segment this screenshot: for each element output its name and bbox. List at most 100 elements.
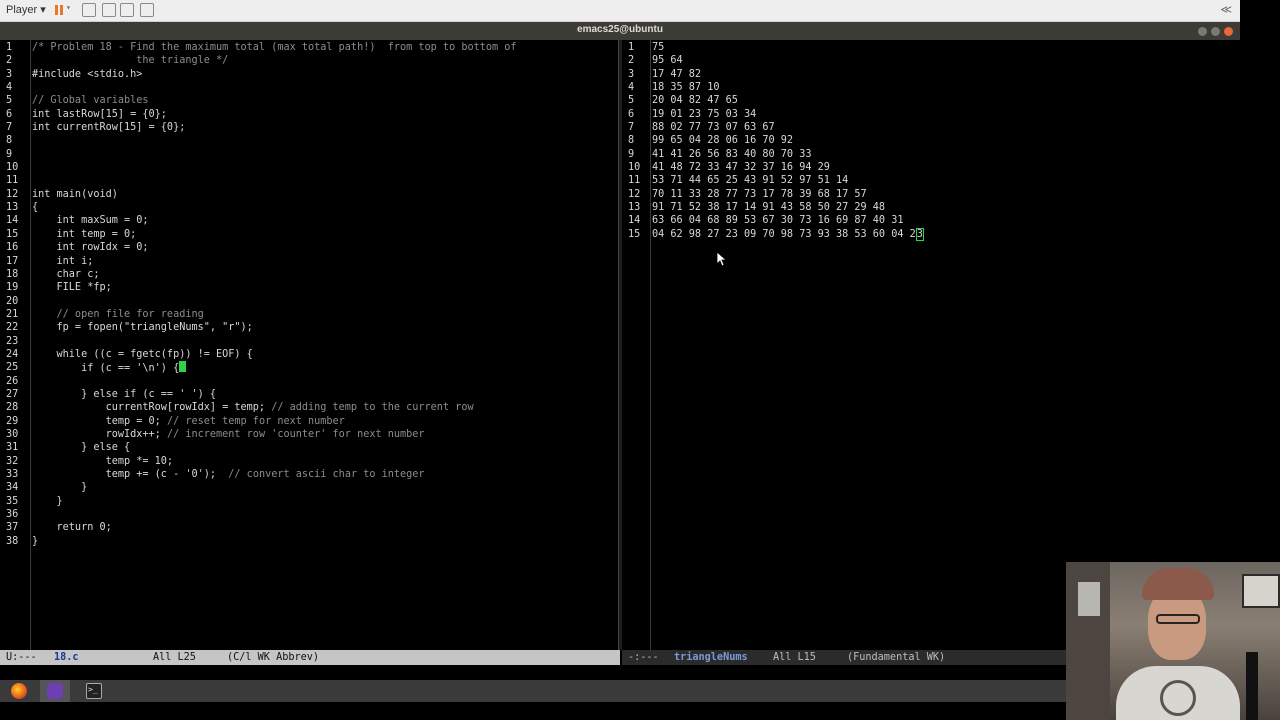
code-line[interactable]: 26 xyxy=(0,375,26,388)
code-line[interactable]: 22 fp = fopen("triangleNums", "r"); xyxy=(0,321,253,334)
collapse-toolbar-icon[interactable]: ≪ xyxy=(1220,3,1232,16)
code-line[interactable]: 34 } xyxy=(0,481,87,494)
code-line[interactable]: 2 the triangle */ xyxy=(0,54,228,67)
code-line[interactable]: 14 int maxSum = 0; xyxy=(0,214,149,227)
code-line[interactable]: 27 } else if (c == ' ') { xyxy=(0,388,216,401)
code-token: FILE *fp; xyxy=(32,282,112,294)
data-line[interactable]: 7 88 02 77 73 07 63 67 xyxy=(622,121,775,134)
code-line[interactable]: 28 currentRow[rowIdx] = temp; // adding … xyxy=(0,401,474,414)
code-line[interactable]: 19 FILE *fp; xyxy=(0,281,112,294)
close-button[interactable] xyxy=(1224,27,1233,36)
code-line[interactable]: 12 int main(void) xyxy=(0,188,118,201)
code-comment: // open file for reading xyxy=(32,308,204,320)
data-line[interactable]: 1 75 xyxy=(622,41,664,54)
code-text: // Global variables xyxy=(32,94,149,107)
code-line[interactable]: 10 xyxy=(0,161,26,174)
data-line[interactable]: 2 95 64 xyxy=(622,54,683,67)
code-token: rowIdx++; xyxy=(32,428,167,440)
code-line[interactable]: 7 int currentRow[15] = {0}; xyxy=(0,121,185,134)
fullscreen-icon[interactable] xyxy=(120,3,134,17)
data-text: 91 71 52 38 17 14 91 43 58 50 27 29 48 xyxy=(652,201,885,214)
data-line[interactable]: 11 53 71 44 65 25 43 91 52 97 51 14 xyxy=(622,174,848,187)
data-line[interactable]: 12 70 11 33 28 77 73 17 78 39 68 17 57 xyxy=(622,188,867,201)
code-token: } xyxy=(32,535,39,547)
code-line[interactable]: 32 temp *= 10; xyxy=(0,455,173,468)
code-text: int lastRow[15] = {0}; xyxy=(32,108,167,121)
code-line[interactable]: 5 // Global variables xyxy=(0,94,149,107)
code-line[interactable]: 20 xyxy=(0,295,26,308)
code-comment: // convert ascii char to integer xyxy=(228,469,425,480)
data-line[interactable]: 14 63 66 04 68 89 53 67 30 73 16 69 87 40… xyxy=(622,214,903,227)
editor-pane-left[interactable]: 1 /* Problem 18 - Find the maximum total … xyxy=(0,40,618,650)
code-line[interactable]: 31 } else { xyxy=(0,441,130,454)
minimize-button[interactable] xyxy=(1198,27,1207,36)
code-line[interactable]: 11 xyxy=(0,174,26,187)
data-line[interactable]: 8 99 65 04 28 06 16 70 92 xyxy=(622,134,793,147)
data-line[interactable]: 6 19 01 23 75 03 34 xyxy=(622,108,756,121)
code-line[interactable]: 25 if (c == '\n') { xyxy=(0,361,187,374)
emacs-icon[interactable] xyxy=(47,683,63,699)
line-number: 29 xyxy=(6,415,19,427)
code-line[interactable]: 33 temp += (c - '0'); // convert ascii c… xyxy=(0,468,425,481)
major-mode[interactable]: (C/l WK Abbrev) xyxy=(227,650,319,665)
data-line[interactable]: 9 41 41 26 56 83 40 80 70 33 xyxy=(622,148,811,161)
code-line[interactable]: 18 char c; xyxy=(0,268,99,281)
text-cursor: 3 xyxy=(915,227,924,241)
code-token: temp = 0; xyxy=(32,415,167,427)
code-line[interactable]: 23 xyxy=(0,335,26,348)
code-line[interactable]: 15 int temp = 0; xyxy=(0,228,136,241)
line-number: 7 xyxy=(628,122,635,134)
code-line[interactable]: 38} xyxy=(0,535,38,548)
data-numbers: 19 01 23 75 03 34 xyxy=(652,108,757,120)
code-line[interactable]: 36 xyxy=(0,508,26,521)
data-line[interactable]: 13 91 71 52 38 17 14 91 43 58 50 27 29 48 xyxy=(622,201,885,214)
terminal-icon[interactable] xyxy=(86,683,102,699)
player-menu[interactable]: Player ▾ xyxy=(6,3,46,16)
line-number: 6 xyxy=(628,108,635,120)
code-line[interactable]: 29 temp = 0; // reset temp for next numb… xyxy=(0,415,345,428)
data-line[interactable]: 15 04 62 98 27 23 09 70 98 73 93 38 53 60… xyxy=(622,227,924,241)
pause-icon[interactable] xyxy=(52,3,66,17)
line-number: 3 xyxy=(6,68,13,80)
code-line[interactable]: 4 xyxy=(0,81,26,94)
data-line[interactable]: 10 41 48 72 33 47 32 37 16 94 29 xyxy=(622,161,830,174)
minibuffer[interactable] xyxy=(0,665,1240,680)
code-line[interactable]: 17 int i; xyxy=(0,255,93,268)
code-text: if (c == '\n') { xyxy=(32,361,187,375)
pause-dropdown-icon[interactable]: ▾ xyxy=(66,3,80,17)
data-numbers: 41 48 72 33 47 32 37 16 94 29 xyxy=(652,162,830,174)
code-line[interactable]: 35 } xyxy=(0,495,63,508)
data-line[interactable]: 3 17 47 82 xyxy=(622,68,701,81)
send-ctrl-alt-del-icon[interactable] xyxy=(82,3,96,17)
buffer-name[interactable]: triangleNums xyxy=(674,650,748,665)
line-number: 11 xyxy=(6,175,19,187)
code-line[interactable]: 3 #include <stdio.h> xyxy=(0,68,142,81)
code-line[interactable]: 1 /* Problem 18 - Find the maximum total … xyxy=(0,41,517,54)
maximize-button[interactable] xyxy=(1211,27,1220,36)
removable-devices-icon[interactable] xyxy=(102,3,116,17)
code-line[interactable]: 8 xyxy=(0,134,26,147)
major-mode[interactable]: (Fundamental WK) xyxy=(847,650,945,665)
unity-icon[interactable] xyxy=(140,3,154,17)
line-number: 2 xyxy=(628,55,635,67)
code-line[interactable]: 6 int lastRow[15] = {0}; xyxy=(0,108,167,121)
data-line[interactable]: 4 18 35 87 10 xyxy=(622,81,719,94)
buffer-name[interactable]: 18.c xyxy=(54,650,79,665)
firefox-icon[interactable] xyxy=(11,683,27,699)
code-line[interactable]: 37 return 0; xyxy=(0,521,112,534)
code-line[interactable]: 21 // open file for reading xyxy=(0,308,204,321)
code-line[interactable]: 9 xyxy=(0,148,26,161)
data-line[interactable]: 5 20 04 82 47 65 xyxy=(622,94,738,107)
code-lines: 1 /* Problem 18 - Find the maximum total … xyxy=(0,41,517,548)
code-line[interactable]: 24 while ((c = fgetc(fp)) != EOF) { xyxy=(0,348,253,361)
line-number: 34 xyxy=(6,482,19,494)
code-token: { xyxy=(32,202,39,214)
line-number: 27 xyxy=(6,388,19,400)
mode-line-left[interactable]: U:--- 18.c All L25 (C/l WK Abbrev) xyxy=(0,650,620,665)
line-number: 15 xyxy=(6,228,19,240)
editor-pane-right[interactable]: 1 75 2 95 64 3 17 47 82 4 18 35 87 10 5 20 04 82 … xyxy=(622,40,1240,650)
code-line[interactable]: 16 int rowIdx = 0; xyxy=(0,241,149,254)
data-text: 99 65 04 28 06 16 70 92 xyxy=(652,134,793,147)
code-line[interactable]: 13 { xyxy=(0,201,38,214)
code-line[interactable]: 30 rowIdx++; // increment row 'counter' … xyxy=(0,428,425,441)
